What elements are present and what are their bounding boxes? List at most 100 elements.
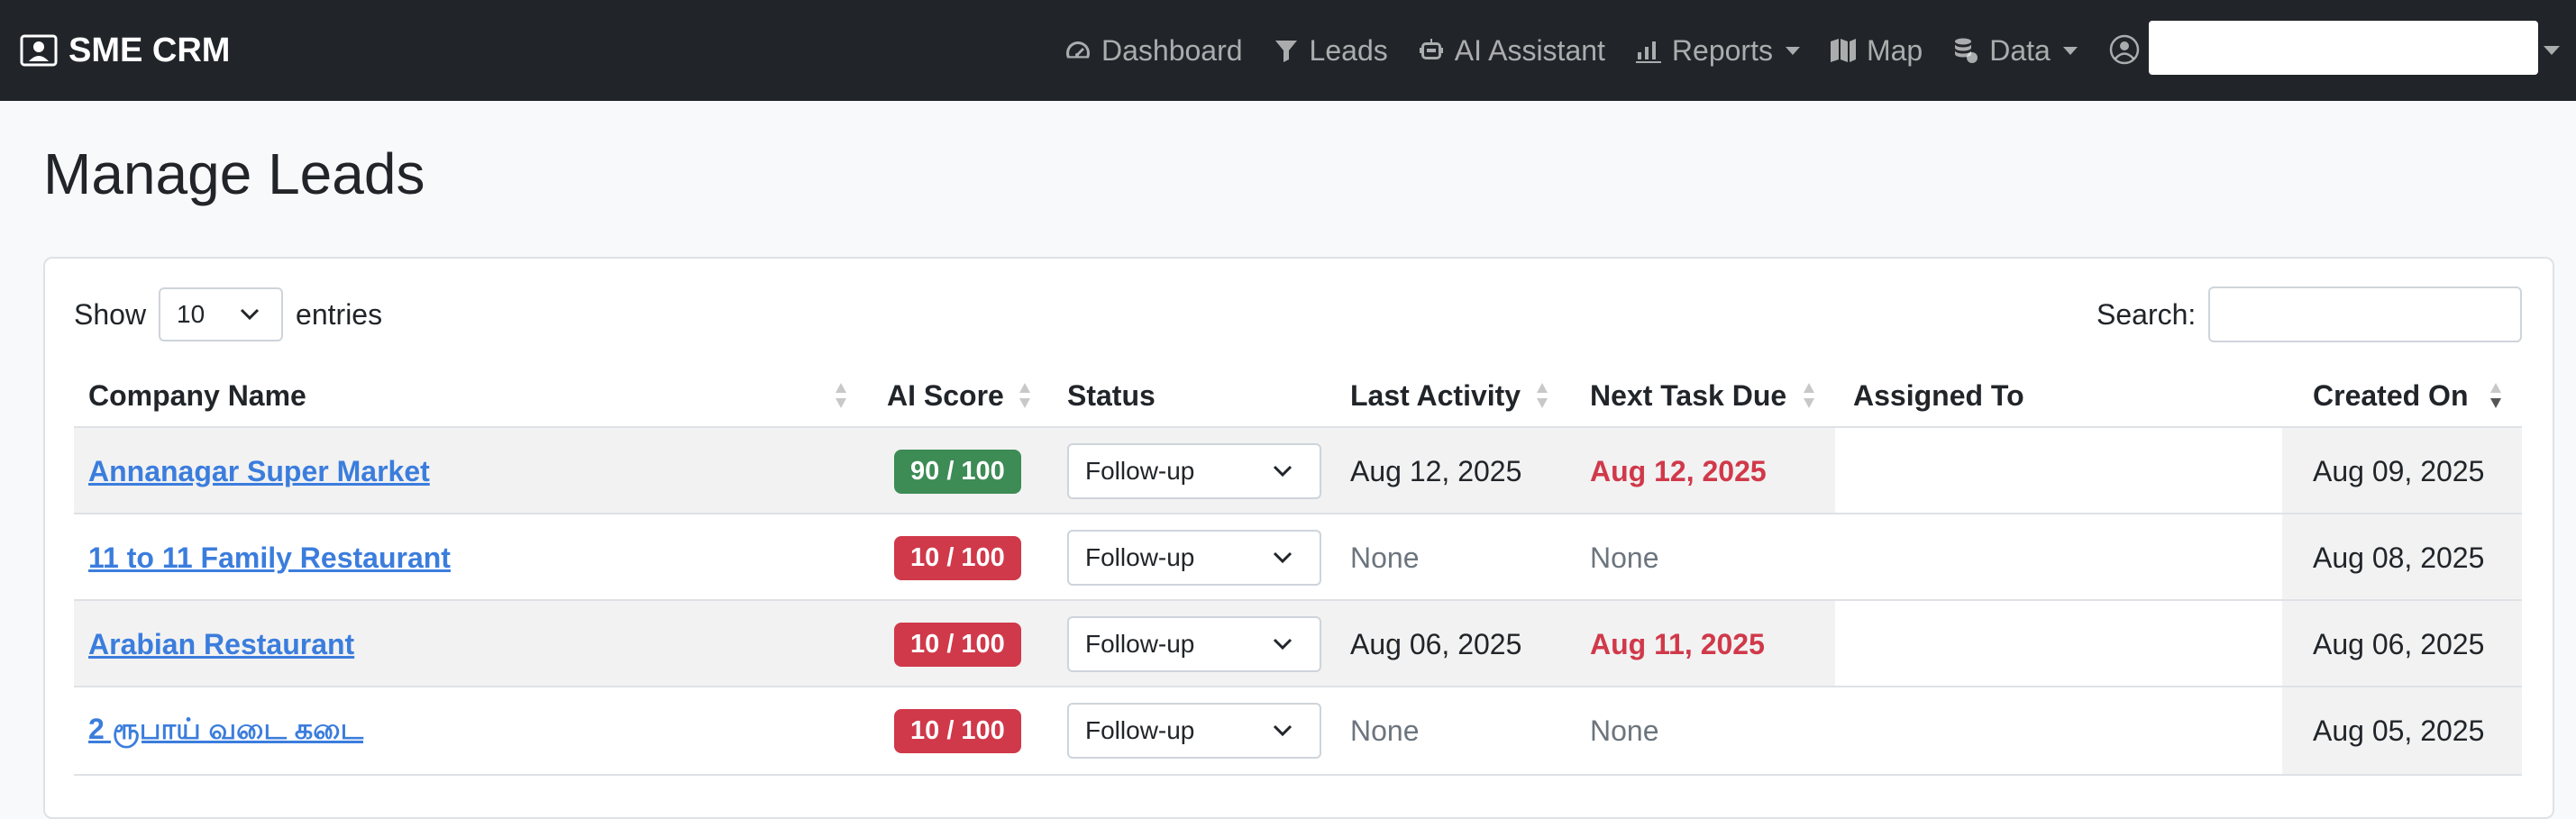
ai-score-cell: 10 / 100 bbox=[894, 514, 1021, 601]
created-on-cell: Aug 09, 2025 bbox=[2313, 454, 2485, 487]
col-status-label: Status bbox=[1067, 378, 1156, 412]
search-label: Search: bbox=[2096, 297, 2197, 331]
status-cell: Follow-up bbox=[1067, 601, 1321, 687]
nav-leads-label: Leads bbox=[1309, 33, 1388, 67]
page-title: Manage Leads bbox=[43, 141, 425, 206]
ai-score-cell: 10 / 100 bbox=[894, 601, 1021, 687]
ai-score-cell: 10 / 100 bbox=[894, 687, 1021, 774]
col-company-name[interactable]: Company Name bbox=[88, 365, 306, 426]
col-assigned-label: Assigned To bbox=[1853, 378, 2024, 412]
ai-score-badge: 10 / 100 bbox=[894, 535, 1021, 580]
status-cell: Follow-up bbox=[1067, 687, 1321, 774]
table-row: Arabian Restaurant 10 / 100 Follow-up Au… bbox=[74, 599, 2522, 687]
table-header: Company Name AI Score Status Last Activi… bbox=[74, 365, 2522, 426]
company-link[interactable]: 11 to 11 Family Restaurant bbox=[88, 541, 451, 575]
search-input[interactable] bbox=[2208, 287, 2523, 342]
nav-map[interactable]: Map bbox=[1829, 34, 1923, 68]
company-link[interactable]: 2 ரூபாய் வடை கடை bbox=[88, 713, 363, 750]
map-icon bbox=[1830, 39, 1856, 62]
funnel-icon bbox=[1274, 41, 1297, 62]
next-task-due-cell: Aug 12, 2025 bbox=[1590, 454, 1767, 487]
table-row: 11 to 11 Family Restaurant 10 / 100 Foll… bbox=[74, 513, 2522, 601]
table-row: Annanagar Super Market 90 / 100 Follow-u… bbox=[74, 426, 2522, 514]
nav-ai-assistant-label: AI Assistant bbox=[1454, 33, 1605, 67]
col-created-label: Created On bbox=[2313, 378, 2469, 412]
sort-icon[interactable] bbox=[1803, 380, 1815, 411]
col-last-activity[interactable]: Last Activity bbox=[1350, 365, 1521, 426]
bar-chart-icon bbox=[1635, 41, 1661, 63]
next-task-due-cell: None bbox=[1590, 541, 1659, 574]
status-select[interactable]: Follow-up bbox=[1067, 703, 1321, 759]
next-task-due-cell: Aug 11, 2025 bbox=[1590, 627, 1765, 660]
status-select-value: Follow-up bbox=[1085, 630, 1195, 658]
chevron-down-icon bbox=[240, 308, 260, 321]
last-activity-cell: Aug 12, 2025 bbox=[1350, 454, 1522, 487]
contact-card-icon bbox=[20, 34, 58, 67]
col-last-activity-label: Last Activity bbox=[1350, 378, 1521, 412]
nav-dashboard-label: Dashboard bbox=[1101, 33, 1243, 67]
nav-reports[interactable]: Reports bbox=[1634, 34, 1800, 68]
entries-select[interactable]: 10 bbox=[159, 287, 284, 341]
ai-score-badge: 10 / 100 bbox=[894, 708, 1021, 753]
brand-name: SME CRM bbox=[69, 31, 231, 69]
nav-data[interactable]: Data bbox=[1951, 34, 2078, 68]
entries-length-control: Show 10 entries bbox=[74, 287, 382, 342]
chevron-down-icon bbox=[1785, 46, 1800, 55]
col-next-task-label: Next Task Due bbox=[1590, 378, 1787, 412]
assigned-cell-bg bbox=[1835, 601, 2282, 687]
user-menu-name[interactable] bbox=[2149, 21, 2538, 75]
company-cell: Arabian Restaurant bbox=[88, 601, 354, 687]
sort-icon[interactable] bbox=[835, 380, 847, 411]
entries-label: entries bbox=[296, 297, 383, 331]
last-activity-cell: None bbox=[1350, 541, 1420, 574]
sort-icon[interactable] bbox=[1536, 380, 1548, 411]
user-circle-icon[interactable] bbox=[2109, 34, 2140, 65]
status-cell: Follow-up bbox=[1067, 428, 1321, 514]
chevron-down-icon bbox=[1273, 551, 1293, 564]
table-row: 2 ரூபாய் வடை கடை 10 / 100 Follow-up None… bbox=[74, 686, 2522, 776]
database-icon bbox=[1955, 38, 1978, 63]
status-select[interactable]: Follow-up bbox=[1067, 530, 1321, 586]
nav-ai-assistant[interactable]: AI Assistant bbox=[1417, 34, 1605, 68]
col-company-label: Company Name bbox=[88, 378, 306, 412]
created-on-cell: Aug 08, 2025 bbox=[2313, 541, 2485, 574]
sort-icon[interactable] bbox=[1019, 380, 1031, 411]
nav-reports-label: Reports bbox=[1671, 33, 1773, 67]
nav-dashboard[interactable]: Dashboard bbox=[1064, 34, 1243, 68]
ai-score-cell: 90 / 100 bbox=[894, 428, 1021, 514]
chevron-down-icon bbox=[1273, 638, 1293, 651]
col-status: Status bbox=[1067, 365, 1156, 426]
col-created-on[interactable]: Created On bbox=[2313, 365, 2468, 426]
status-select[interactable]: Follow-up bbox=[1067, 443, 1321, 499]
col-ai-score-label: AI Score bbox=[887, 378, 1004, 412]
status-select-value: Follow-up bbox=[1085, 457, 1195, 485]
show-label: Show bbox=[74, 297, 147, 331]
last-activity-cell: Aug 06, 2025 bbox=[1350, 627, 1522, 660]
col-next-task-due[interactable]: Next Task Due bbox=[1590, 365, 1786, 426]
next-task-due-cell: None bbox=[1590, 714, 1659, 747]
user-menu-chevron-icon[interactable] bbox=[2544, 46, 2560, 55]
company-cell: Annanagar Super Market bbox=[88, 428, 430, 514]
robot-icon bbox=[1419, 39, 1443, 59]
col-assigned-to: Assigned To bbox=[1853, 365, 2024, 426]
chevron-down-icon bbox=[2062, 46, 2078, 55]
chevron-down-icon bbox=[1273, 465, 1293, 478]
status-cell: Follow-up bbox=[1067, 514, 1321, 601]
nav-leads[interactable]: Leads bbox=[1272, 34, 1388, 68]
nav-data-label: Data bbox=[1989, 33, 2051, 67]
table-search: Search: bbox=[2096, 287, 2523, 342]
brand-link[interactable]: SME CRM bbox=[20, 27, 230, 74]
col-ai-score[interactable]: AI Score bbox=[887, 365, 1004, 426]
last-activity-cell: None bbox=[1350, 714, 1420, 747]
created-on-cell: Aug 06, 2025 bbox=[2313, 627, 2485, 660]
top-navbar: SME CRM Dashboard Leads AI Assistant Rep… bbox=[0, 0, 2576, 101]
status-select[interactable]: Follow-up bbox=[1067, 616, 1321, 672]
nav-menu: Dashboard Leads AI Assistant Reports Map… bbox=[1064, 27, 2106, 74]
assigned-cell-bg bbox=[1835, 428, 2282, 514]
status-select-value: Follow-up bbox=[1085, 543, 1195, 571]
chevron-down-icon bbox=[1273, 724, 1293, 737]
sort-desc-icon[interactable] bbox=[2489, 380, 2502, 411]
company-link[interactable]: Annanagar Super Market bbox=[88, 455, 430, 488]
entries-select-value: 10 bbox=[177, 300, 206, 328]
company-link[interactable]: Arabian Restaurant bbox=[88, 628, 354, 661]
